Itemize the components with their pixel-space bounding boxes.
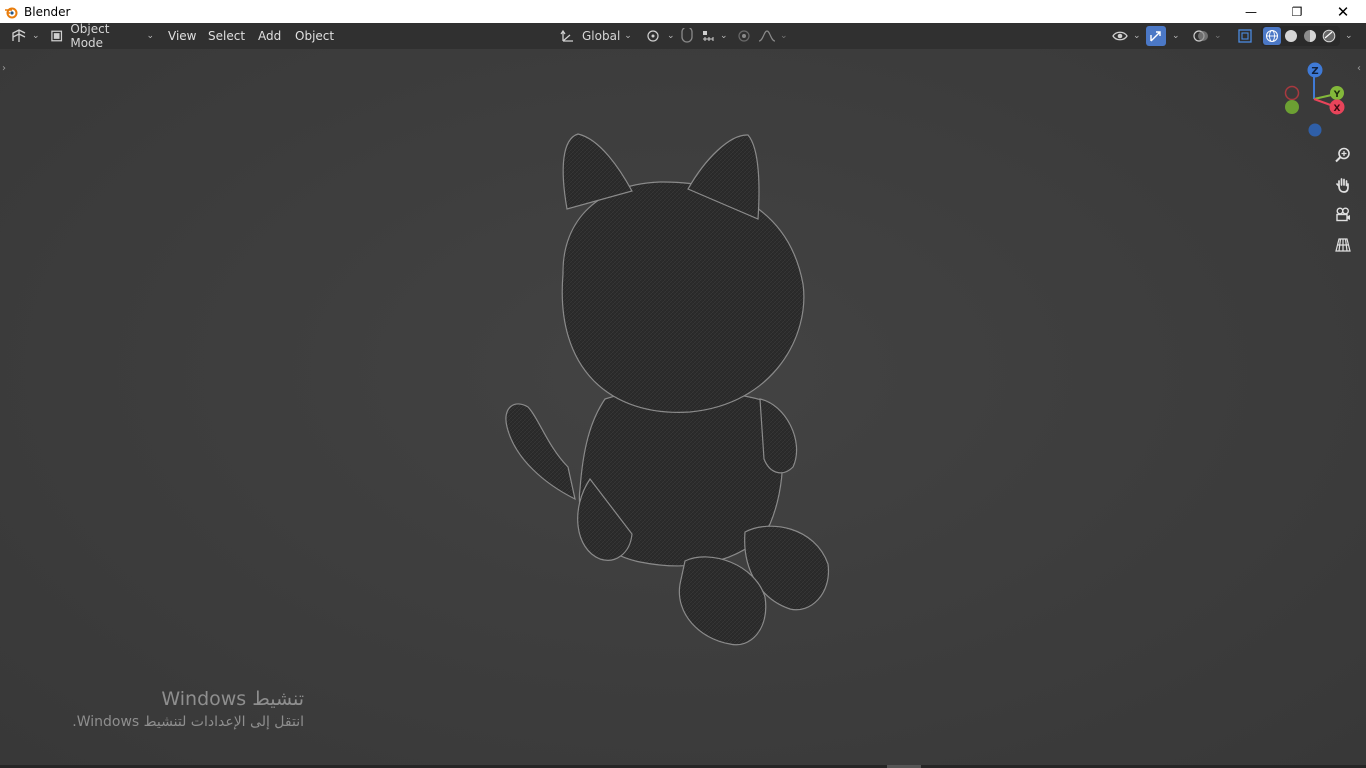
proportional-editing-icon: [738, 30, 750, 42]
gizmo-y-label: Y: [1333, 90, 1341, 100]
gizmo-neg-x-icon[interactable]: [1284, 85, 1300, 101]
menu-select[interactable]: Select: [204, 29, 249, 43]
shading-options-dropdown[interactable]: ⌄: [1341, 26, 1353, 46]
maximize-button[interactable]: ❐: [1274, 0, 1320, 23]
viewport-header: ⌄ Object Mode ⌄ View Select Add Object G…: [0, 22, 1366, 50]
close-button[interactable]: ✕: [1320, 0, 1366, 23]
pivot-point-icon: [647, 30, 659, 42]
rendered-shading-button[interactable]: [1319, 27, 1338, 45]
hand-pan-icon: [1336, 178, 1349, 193]
gizmo-neg-z-icon[interactable]: [1308, 123, 1322, 137]
solid-shading-button[interactable]: [1281, 27, 1300, 45]
3d-viewport[interactable]: › ‹ Z Y X: [0, 49, 1366, 765]
visibility-select[interactable]: ⌄: [1111, 26, 1141, 46]
chevron-down-icon: ⌄: [32, 31, 40, 41]
windows-activation-subtitle: انتقل إلى الإعدادات لتنشيط Windows.: [72, 714, 304, 730]
zoom-button[interactable]: [1331, 143, 1355, 167]
mode-label: Object Mode: [70, 22, 110, 50]
snap-increment-icon: [703, 31, 714, 41]
windows-activation-title: تنشيط Windows: [161, 688, 304, 710]
eye-icon: [1112, 31, 1128, 41]
gizmo-z-axis[interactable]: Z: [1307, 62, 1323, 78]
material-shading-button[interactable]: [1300, 27, 1319, 45]
gizmo-y-axis[interactable]: Y: [1330, 86, 1344, 100]
magnet-snap-icon: [681, 28, 693, 43]
chevron-down-icon: ⌄: [1214, 31, 1222, 41]
cat-mesh-object[interactable]: [0, 49, 1366, 765]
menu-view[interactable]: View: [164, 29, 200, 43]
object-mode-icon: [51, 30, 63, 42]
grid-perspective-icon: [1335, 238, 1351, 252]
material-sphere-icon: [1303, 30, 1316, 42]
menu-add[interactable]: Add: [254, 29, 285, 43]
falloff-curve-icon: [758, 30, 776, 42]
chevron-down-icon: ⌄: [720, 31, 728, 41]
menu-object[interactable]: Object: [291, 29, 338, 43]
camera-view-button[interactable]: [1331, 203, 1355, 227]
chevron-down-icon: ⌄: [1172, 31, 1180, 41]
snap-target-select[interactable]: ⌄: [700, 26, 728, 46]
magnifier-zoom-icon: [1335, 147, 1350, 163]
xray-toggle[interactable]: [1236, 26, 1254, 46]
gizmo-icon: [1150, 31, 1161, 42]
gizmo-toggle[interactable]: ⌄: [1146, 26, 1180, 46]
navigation-gizmo[interactable]: Z Y X: [1276, 59, 1350, 139]
chevron-down-icon: ⌄: [667, 31, 675, 41]
chevron-down-icon: ⌄: [780, 31, 788, 41]
chevron-down-icon: ⌄: [1133, 31, 1141, 41]
overlays-icon: [1193, 30, 1208, 42]
overlays-toggle[interactable]: ⌄: [1192, 26, 1222, 46]
blender-logo-icon: [5, 7, 18, 18]
minimize-icon: —: [1245, 4, 1257, 19]
xray-icon: [1238, 29, 1252, 43]
pivot-point-select[interactable]: ⌄: [645, 26, 675, 46]
minimize-button[interactable]: —: [1228, 0, 1274, 23]
pan-button[interactable]: [1331, 173, 1355, 197]
chevron-down-icon: ⌄: [1345, 31, 1353, 41]
snap-toggle[interactable]: [678, 26, 696, 46]
rendered-sphere-icon: [1322, 29, 1335, 43]
mode-select[interactable]: Object Mode ⌄: [48, 22, 154, 50]
gizmo-x-label: X: [1334, 104, 1341, 114]
close-icon: ✕: [1336, 2, 1350, 21]
chevron-down-icon: ⌄: [624, 31, 632, 41]
gizmo-neg-y-icon[interactable]: [1285, 100, 1299, 114]
proportional-falloff-select[interactable]: ⌄: [758, 26, 788, 46]
camera-icon: [1336, 207, 1350, 222]
restore-icon: ❐: [1291, 4, 1303, 19]
editor-type-3d-viewport-icon: [12, 29, 26, 42]
transform-orientation-select[interactable]: Global ⌄: [560, 26, 634, 46]
window-titlebar: Blender — ❐ ✕: [0, 0, 1366, 23]
chevron-down-icon: ⌄: [146, 31, 154, 41]
global-orientation-icon: [560, 29, 573, 42]
gizmo-z-label: Z: [1311, 66, 1318, 77]
editor-type-button[interactable]: ⌄: [10, 26, 40, 46]
window-title: Blender: [24, 4, 71, 19]
solid-sphere-icon: [1284, 30, 1297, 42]
wireframe-sphere-icon: [1266, 30, 1278, 42]
shading-mode-group: [1261, 26, 1340, 46]
proportional-editing-toggle[interactable]: [736, 26, 752, 46]
gizmo-x-axis[interactable]: X: [1329, 99, 1345, 115]
wireframe-shading-button[interactable]: [1263, 27, 1281, 45]
orientation-label: Global: [582, 29, 621, 43]
perspective-toggle-button[interactable]: [1331, 233, 1355, 257]
